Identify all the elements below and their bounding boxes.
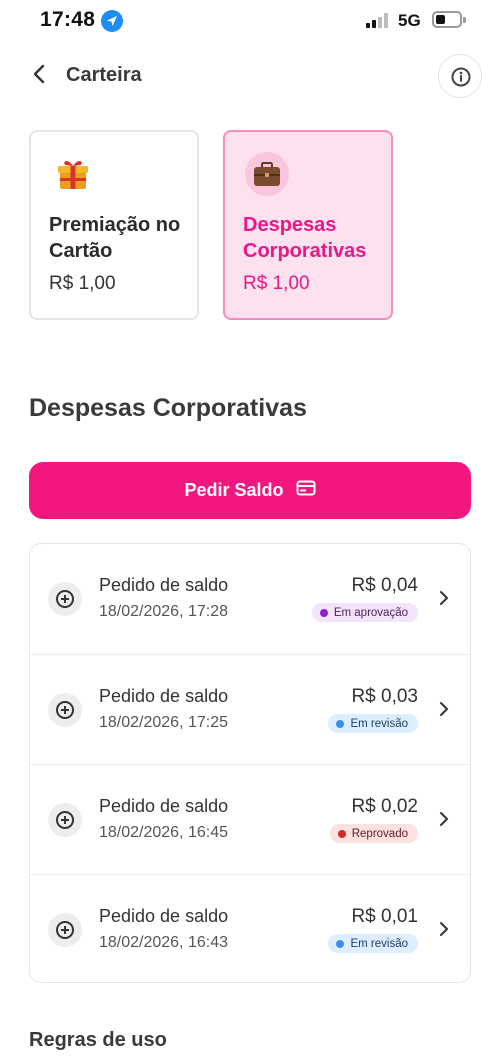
location-icon bbox=[101, 10, 123, 32]
status-label: Em revisão bbox=[350, 717, 408, 730]
status-label: Em aprovação bbox=[333, 606, 408, 619]
status-dot bbox=[336, 719, 345, 728]
signal-icon bbox=[366, 13, 390, 28]
request-title: Pedido de saldo bbox=[99, 686, 229, 706]
status-dot bbox=[336, 939, 345, 948]
status-dot bbox=[319, 608, 328, 617]
request-date: 18/02/2026, 16:45 bbox=[99, 824, 229, 841]
wallet-title: Premiação no Cartão bbox=[49, 214, 181, 262]
request-date: 18/02/2026, 16:43 bbox=[99, 934, 229, 951]
briefcase-icon bbox=[245, 152, 289, 196]
list-item[interactable]: Pedido de saldo 18/02/2026, 16:43 R$ 0,0… bbox=[30, 874, 470, 982]
chevron-right-icon bbox=[438, 921, 450, 937]
plus-circle-icon bbox=[48, 913, 82, 947]
request-amount: R$ 0,03 bbox=[351, 686, 418, 707]
usage-rules-title: Regras de uso bbox=[29, 1029, 167, 1051]
request-title: Pedido de saldo bbox=[99, 906, 229, 926]
info-button[interactable] bbox=[438, 54, 482, 98]
list-item[interactable]: Pedido de saldo 18/02/2026, 16:45 R$ 0,0… bbox=[30, 764, 470, 874]
network-label: 5G bbox=[398, 11, 421, 30]
status-bar: 17:48 5G bbox=[0, 0, 500, 44]
page-title: Carteira bbox=[66, 64, 142, 86]
wallet-balance: R$ 1,00 bbox=[49, 273, 116, 294]
battery-icon bbox=[432, 11, 466, 28]
status-badge: Em aprovação bbox=[311, 603, 418, 622]
status-badge: Reprovado bbox=[329, 824, 418, 843]
status-time: 17:48 bbox=[40, 8, 96, 31]
request-date: 18/02/2026, 17:25 bbox=[99, 714, 229, 731]
back-arrow-icon[interactable] bbox=[28, 62, 52, 86]
wallet-card-despesas[interactable]: Despesas Corporativas R$ 1,00 bbox=[223, 130, 393, 320]
wallet-balance: R$ 1,00 bbox=[243, 273, 310, 294]
plus-circle-icon bbox=[48, 582, 82, 616]
request-list: Pedido de saldo 18/02/2026, 17:28 R$ 0,0… bbox=[29, 543, 471, 983]
status-label: Em revisão bbox=[350, 937, 408, 950]
status-badge: Em revisão bbox=[328, 934, 418, 953]
request-balance-button[interactable]: Pedir Saldo bbox=[29, 462, 471, 519]
request-amount: R$ 0,01 bbox=[351, 906, 418, 927]
status-label: Reprovado bbox=[351, 827, 408, 840]
chevron-right-icon bbox=[438, 811, 450, 827]
plus-circle-icon bbox=[48, 803, 82, 837]
plus-circle-icon bbox=[48, 693, 82, 727]
status-badge: Em revisão bbox=[328, 714, 418, 733]
card-icon bbox=[296, 480, 316, 501]
request-amount: R$ 0,04 bbox=[351, 575, 418, 596]
chevron-right-icon bbox=[438, 701, 450, 717]
info-icon bbox=[451, 67, 471, 87]
wallet-card-premiacao[interactable]: Premiação no Cartão R$ 1,00 bbox=[29, 130, 199, 320]
list-item[interactable]: Pedido de saldo 18/02/2026, 17:25 R$ 0,0… bbox=[30, 654, 470, 764]
status-dot bbox=[337, 829, 346, 838]
request-title: Pedido de saldo bbox=[99, 575, 229, 595]
request-title: Pedido de saldo bbox=[99, 796, 229, 816]
request-date: 18/02/2026, 17:28 bbox=[99, 603, 229, 620]
request-amount: R$ 0,02 bbox=[351, 796, 418, 817]
section-title: Despesas Corporativas bbox=[29, 394, 307, 422]
list-item[interactable]: Pedido de saldo 18/02/2026, 17:28 R$ 0,0… bbox=[30, 544, 470, 654]
header: Carteira bbox=[0, 52, 500, 100]
request-balance-label: Pedir Saldo bbox=[184, 480, 284, 500]
chevron-right-icon bbox=[438, 590, 450, 606]
wallet-title: Despesas Corporativas bbox=[243, 214, 367, 262]
gift-icon bbox=[51, 152, 95, 196]
